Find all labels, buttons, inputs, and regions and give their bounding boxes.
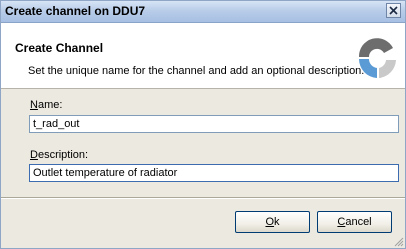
ok-label: k — [274, 216, 280, 228]
logo-icon — [358, 38, 396, 78]
close-icon — [389, 6, 398, 15]
description-label-accel: D — [30, 149, 38, 161]
header-title: Create Channel — [15, 41, 104, 55]
cancel-label: ancel — [345, 216, 372, 228]
description-label: Description: — [30, 149, 88, 161]
window-title: Create channel on DDU7 — [5, 4, 146, 18]
ok-accel: O — [265, 216, 275, 228]
header-description: Set the unique name for the channel and … — [28, 65, 365, 77]
close-button[interactable] — [386, 3, 401, 18]
name-label-text: ame: — [37, 99, 63, 111]
resize-grip-icon[interactable] — [392, 235, 404, 247]
ok-button[interactable]: Ok — [235, 211, 310, 233]
description-label-text: escription: — [37, 149, 89, 161]
title-bar[interactable]: Create channel on DDU7 — [1, 1, 405, 23]
cancel-button[interactable]: Cancel — [317, 211, 392, 233]
name-label-accel: N — [30, 99, 38, 111]
dialog-header: Create Channel Set the unique name for t… — [1, 23, 405, 89]
name-label: Name: — [30, 99, 62, 111]
description-input[interactable] — [29, 164, 399, 182]
footer-separator — [1, 197, 405, 199]
name-input[interactable] — [29, 115, 399, 133]
dialog-window: Create channel on DDU7 Create Channel Se… — [0, 0, 406, 249]
